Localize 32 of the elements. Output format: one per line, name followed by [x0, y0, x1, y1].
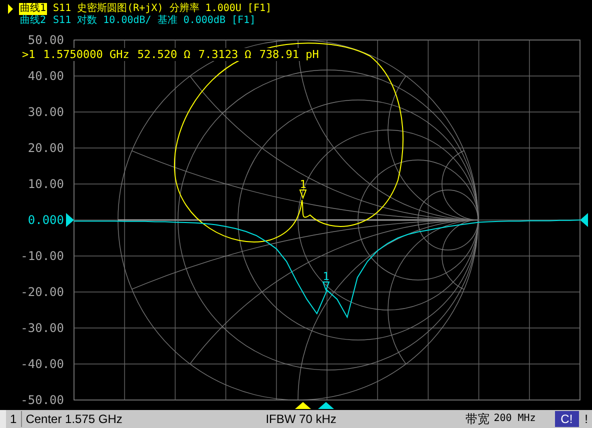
reference-level-left-icon[interactable] [66, 213, 74, 227]
reference-level-right-icon[interactable] [580, 213, 588, 227]
marker-inductance: 738.91 pH [259, 48, 319, 61]
y-axis-label: -30.00 [20, 321, 64, 335]
marker-label: 1 [300, 178, 306, 191]
center-frequency: Center 1.575 GHz [26, 411, 124, 427]
bandwidth-label: 带宽 [466, 411, 490, 427]
marker-frequency: 1.5750000 GHz [43, 48, 130, 61]
warning-indicator[interactable]: ! [580, 411, 592, 427]
trace-settings: S11 史密斯圆图(R+jX) 分辨率 1.000U [F1] [53, 3, 272, 14]
y-axis-label: 20.00 [28, 141, 64, 155]
y-axis-label: 10.00 [28, 177, 64, 191]
y-axis-label: 0.000 [28, 213, 64, 227]
trace-label[interactable]: 曲线1 [19, 3, 48, 15]
y-axis-label: -50.00 [20, 393, 64, 407]
marker-resistance: 52.520 Ω [137, 48, 190, 61]
y-axis-label: 30.00 [28, 105, 64, 119]
channel-number[interactable]: 1 [6, 411, 22, 427]
y-axis-label: -20.00 [20, 285, 64, 299]
trace-label[interactable]: 曲线2 [19, 15, 48, 27]
marker-triangle-icon[interactable] [322, 282, 330, 292]
if-bandwidth: IFBW 70 kHz [266, 411, 338, 427]
y-axis-label: -10.00 [20, 249, 64, 263]
trace-settings: S11 对数 10.00dB/ 基准 0.000dB [F1] [53, 15, 256, 27]
y-axis-label: -40.00 [20, 357, 64, 371]
bandwidth-value: 200 MHz [494, 412, 536, 426]
y-axis-label: 50.00 [28, 33, 64, 47]
marker-label: 1 [322, 270, 330, 283]
marker-index: >1 [22, 48, 36, 61]
y-axis-label: 40.00 [28, 69, 64, 83]
calibration-badge[interactable]: C! [554, 411, 579, 427]
marker-reactance: 7.3123 Ω [198, 48, 252, 61]
